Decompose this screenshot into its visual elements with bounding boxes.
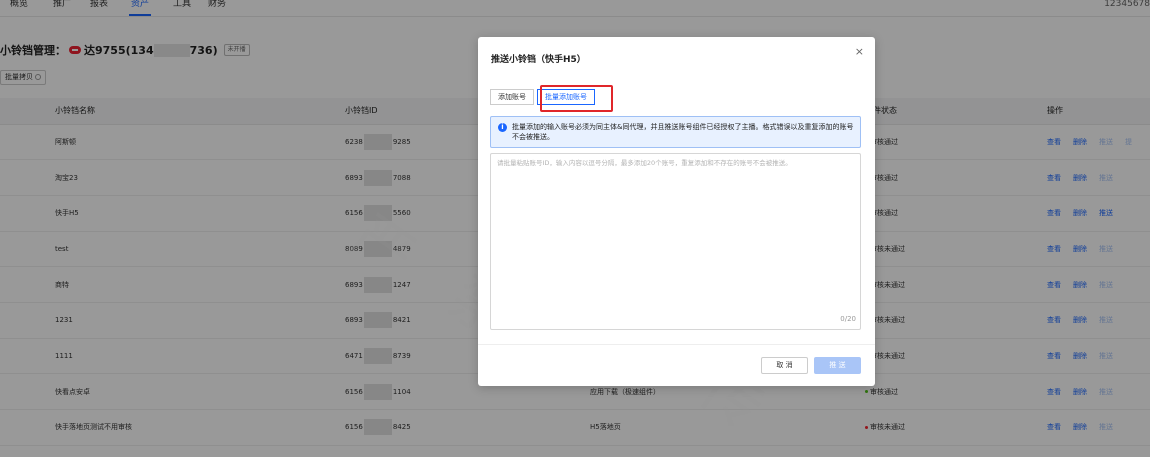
close-icon[interactable]: × [855, 46, 864, 57]
alert-text: 批量添加的输入账号必须为同主体&同代理，并且推送账号组件已经授权了主播。格式错误… [512, 123, 854, 141]
push-button[interactable]: 推 送 [814, 357, 861, 374]
char-counter: 0/20 [840, 315, 856, 323]
highlight-box [540, 85, 613, 112]
textarea-placeholder: 请批量粘贴账号ID，输入内容以逗号分隔，最多添加20个账号，重复添加和不存在的账… [497, 159, 792, 167]
info-icon: i [498, 123, 507, 132]
footer-divider [478, 344, 875, 345]
dialog-title: 推送小铃铛（快手H5） [491, 55, 586, 65]
cancel-button[interactable]: 取 消 [761, 357, 808, 374]
push-dialog: 推送小铃铛（快手H5） × 添加账号 批量添加账号 i 批量添加的输入账号必须为… [478, 37, 875, 386]
account-ids-textarea[interactable]: 请批量粘贴账号ID，输入内容以逗号分隔，最多添加20个账号，重复添加和不存在的账… [490, 153, 861, 330]
tab-add-account[interactable]: 添加账号 [490, 89, 534, 105]
info-alert: i 批量添加的输入账号必须为同主体&同代理，并且推送账号组件已经授权了主播。格式… [490, 116, 861, 148]
